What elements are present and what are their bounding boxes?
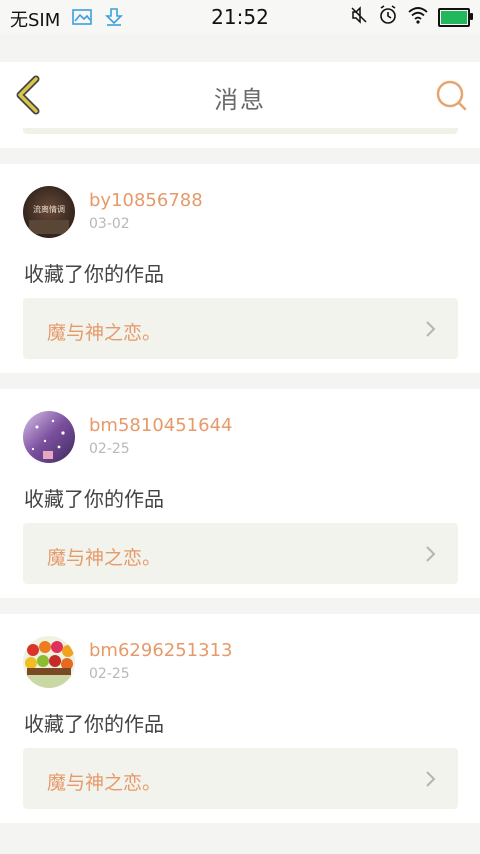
message-action: 收藏了你的作品 <box>24 712 164 736</box>
chevron-right-icon <box>424 544 438 564</box>
status-bar: 无SIM 21:52 <box>0 0 480 34</box>
work-link[interactable]: 魔与神之恋。 <box>23 298 458 359</box>
wifi-icon <box>408 6 428 28</box>
navigation-bar: 消息 <box>0 62 480 129</box>
message-date: 03-02 <box>89 216 130 232</box>
chevron-right-icon <box>424 769 438 789</box>
avatar-text: 流离情调 <box>33 204 65 214</box>
avatar[interactable] <box>23 636 75 688</box>
username[interactable]: bm6296251313 <box>89 640 232 661</box>
work-link[interactable]: 魔与神之恋。 <box>23 748 458 809</box>
search-icon <box>436 80 467 111</box>
alarm-icon <box>378 5 398 29</box>
username[interactable]: bm5810451644 <box>89 415 232 436</box>
mute-icon <box>350 6 368 28</box>
message-list: 流离情调 by10856788 03-02 收藏了你的作品 魔与神之恋。 bm5… <box>0 164 480 839</box>
work-title: 魔与神之恋。 <box>47 772 162 794</box>
message-action: 收藏了你的作品 <box>24 487 164 511</box>
username[interactable]: by10856788 <box>89 190 203 211</box>
battery-icon <box>438 7 473 27</box>
work-link[interactable]: 魔与神之恋。 <box>23 523 458 584</box>
message-item: bm5810451644 02-25 收藏了你的作品 魔与神之恋。 <box>0 389 480 598</box>
page-title: 消息 <box>214 86 266 114</box>
work-title: 魔与神之恋。 <box>47 547 162 569</box>
message-item: 流离情调 by10856788 03-02 收藏了你的作品 魔与神之恋。 <box>0 164 480 373</box>
avatar[interactable]: 流离情调 <box>23 186 75 238</box>
list-item-partial <box>0 128 480 148</box>
work-title: 魔与神之恋。 <box>47 322 162 344</box>
work-link-partial[interactable] <box>23 128 458 134</box>
message-date: 02-25 <box>89 441 130 457</box>
message-action: 收藏了你的作品 <box>24 262 164 286</box>
avatar[interactable] <box>23 411 75 463</box>
message-date: 02-25 <box>89 666 130 682</box>
search-button[interactable] <box>434 78 468 112</box>
message-item: bm6296251313 02-25 收藏了你的作品 魔与神之恋。 <box>0 614 480 823</box>
chevron-right-icon <box>424 319 438 339</box>
